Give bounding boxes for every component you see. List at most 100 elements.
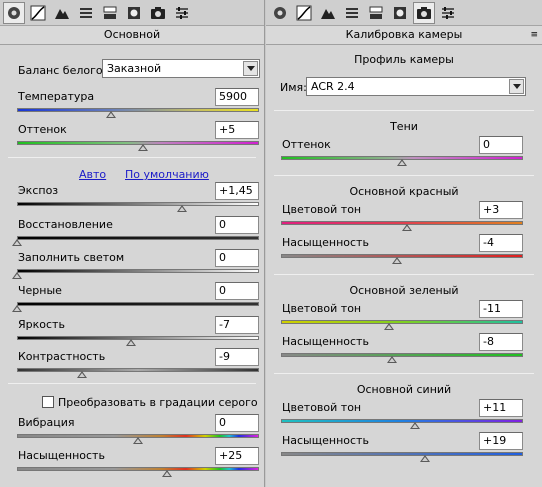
slider-track[interactable]: [281, 419, 523, 423]
slider-label: Насыщенность: [282, 236, 369, 249]
value-field[interactable]: -11: [479, 300, 523, 318]
slider-track[interactable]: [281, 353, 523, 357]
slider-label: Черные: [18, 284, 62, 297]
divider: [8, 383, 256, 384]
profile-name-label: Имя:: [280, 81, 307, 94]
value-field[interactable]: 0: [215, 249, 259, 267]
value-field[interactable]: +5: [215, 121, 259, 139]
slider-track[interactable]: [17, 368, 259, 372]
divider: [274, 274, 534, 275]
slider-label: Восстановление: [18, 218, 113, 231]
aperture-icon[interactable]: [3, 1, 25, 24]
slider-thumb[interactable]: [176, 205, 187, 212]
slider-label: Цветовой тон: [282, 302, 362, 315]
slider-thumb[interactable]: [106, 111, 117, 118]
slider-track[interactable]: [281, 320, 523, 324]
slider-label: Цветовой тон: [282, 401, 362, 414]
slider-label: Цветовой тон: [282, 203, 362, 216]
value-field[interactable]: 0: [479, 136, 523, 154]
camera-icon[interactable]: [147, 2, 169, 24]
panel-menu-icon[interactable]: ≡: [530, 26, 538, 44]
slider-track[interactable]: [17, 336, 259, 340]
value-field[interactable]: -4: [479, 234, 523, 252]
slider-thumb[interactable]: [12, 272, 22, 279]
slider-thumb[interactable]: [12, 305, 22, 312]
white-balance-label: Баланс белого:: [18, 64, 107, 77]
value-field[interactable]: 0: [215, 216, 259, 234]
profile-select[interactable]: ACR 2.4: [306, 77, 526, 96]
value-field[interactable]: 0: [215, 414, 259, 432]
detail-icon[interactable]: [317, 2, 339, 24]
hsl-icon[interactable]: [341, 2, 363, 24]
divider: [274, 373, 534, 374]
value-field[interactable]: 0: [215, 282, 259, 300]
value-field[interactable]: +1,45: [215, 182, 259, 200]
divider: [8, 157, 256, 158]
slider-thumb[interactable]: [387, 356, 398, 363]
slider-thumb[interactable]: [137, 144, 148, 151]
lens-icon[interactable]: [123, 2, 145, 24]
presets-icon[interactable]: [171, 2, 193, 24]
panel-title-text: Калибровка камеры: [345, 28, 463, 41]
chevron-down-icon[interactable]: [509, 79, 524, 94]
default-link[interactable]: По умолчанию: [125, 168, 209, 181]
value-field[interactable]: -7: [215, 316, 259, 334]
value-field[interactable]: +25: [215, 447, 259, 465]
lens-icon[interactable]: [389, 2, 411, 24]
slider-thumb[interactable]: [162, 470, 173, 477]
slider-thumb[interactable]: [397, 159, 407, 166]
grayscale-checkbox[interactable]: [42, 396, 54, 408]
split-toning-icon[interactable]: [365, 2, 387, 24]
slider-thumb[interactable]: [77, 371, 88, 378]
section-title-red: Основной красный: [349, 185, 459, 198]
slider-track[interactable]: [17, 108, 259, 112]
slider-label: Яркость: [18, 318, 65, 331]
slider-thumb[interactable]: [125, 339, 136, 346]
hsl-icon[interactable]: [75, 2, 97, 24]
slider-track[interactable]: [281, 452, 523, 456]
slider-track[interactable]: [17, 302, 259, 306]
camera-icon[interactable]: [413, 1, 435, 24]
value-field[interactable]: +19: [479, 432, 523, 450]
aperture-icon[interactable]: [269, 2, 291, 24]
detail-icon[interactable]: [51, 2, 73, 24]
slider-label: Насыщенность: [18, 449, 105, 462]
left-toolbar: [0, 0, 264, 26]
slider-track[interactable]: [17, 269, 259, 273]
slider-thumb[interactable]: [410, 422, 421, 429]
tone-curve-icon[interactable]: [293, 2, 315, 24]
slider-thumb[interactable]: [392, 257, 403, 264]
panel-title: Основной: [0, 26, 264, 45]
split-toning-icon[interactable]: [99, 2, 121, 24]
slider-thumb[interactable]: [401, 224, 412, 231]
profile-value: ACR 2.4: [311, 80, 355, 93]
slider-label: Насыщенность: [282, 434, 369, 447]
grayscale-label: Преобразовать в градации серого: [58, 396, 258, 409]
section-title-green: Основной зеленый: [349, 284, 459, 297]
value-field[interactable]: -8: [479, 333, 523, 351]
divider: [274, 175, 534, 176]
value-field[interactable]: +11: [479, 399, 523, 417]
slider-label: Оттенок: [282, 138, 331, 151]
slider-track[interactable]: [17, 467, 259, 471]
value-field[interactable]: 5900: [215, 88, 259, 106]
slider-track[interactable]: [17, 236, 259, 240]
white-balance-select[interactable]: Заказной: [102, 59, 260, 78]
section-title-blue: Основной синий: [356, 383, 452, 396]
presets-icon[interactable]: [437, 2, 459, 24]
slider-thumb[interactable]: [12, 239, 22, 246]
slider-track[interactable]: [17, 202, 259, 206]
slider-label: Заполнить светом: [18, 251, 125, 264]
slider-thumb[interactable]: [419, 455, 430, 462]
slider-thumb[interactable]: [383, 323, 394, 330]
slider-label: Экспоз: [18, 184, 59, 197]
auto-link[interactable]: Авто: [79, 168, 106, 181]
value-field[interactable]: -9: [215, 348, 259, 366]
tone-curve-icon[interactable]: [27, 2, 49, 24]
panel-title: Калибровка камеры ≡: [266, 26, 542, 45]
chevron-down-icon[interactable]: [243, 61, 258, 76]
section-title-shadows: Тени: [390, 120, 418, 133]
slider-thumb[interactable]: [133, 437, 143, 444]
slider-label: Контрастность: [18, 350, 106, 363]
value-field[interactable]: +3: [479, 201, 523, 219]
